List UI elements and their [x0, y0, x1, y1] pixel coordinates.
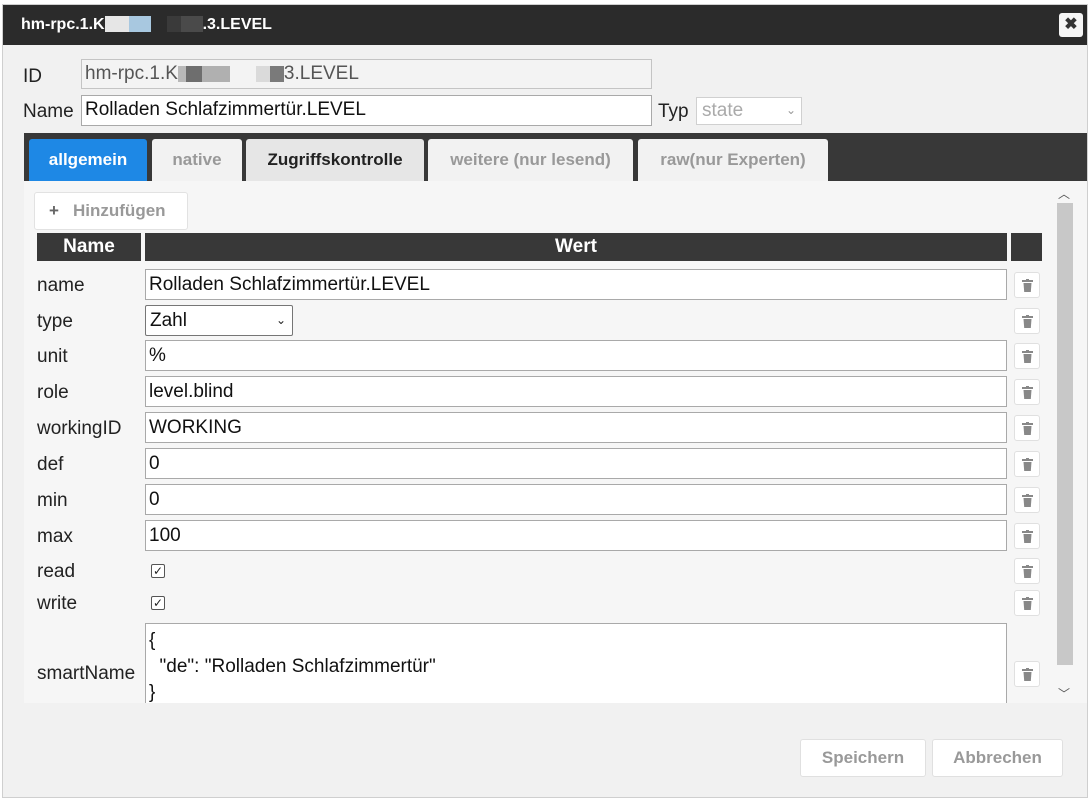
trash-icon — [1022, 530, 1033, 543]
tab-raw[interactable]: raw(nur Experten) — [638, 139, 828, 181]
close-icon: ✖ — [1064, 16, 1078, 33]
delete-button[interactable] — [1014, 590, 1040, 616]
name-label: Name — [23, 101, 74, 122]
id-label: ID — [23, 66, 42, 87]
typ-select[interactable]: state ⌄ — [696, 97, 802, 125]
dialog-title: hm-rpc.1.K .3.LEVEL — [21, 16, 272, 33]
delete-button[interactable] — [1014, 343, 1040, 369]
row-label-unit: unit — [37, 346, 68, 367]
cancel-button[interactable]: Abbrechen — [932, 739, 1063, 777]
tab-allgemein[interactable]: allgemein — [29, 139, 147, 181]
trash-icon — [1022, 279, 1033, 292]
trash-icon — [1022, 597, 1033, 610]
trash-icon — [1022, 422, 1033, 435]
trash-icon — [1022, 386, 1033, 399]
plus-icon: + — [49, 201, 59, 220]
row-label-read: read — [37, 561, 76, 582]
name-field[interactable]: Rolladen Schlafzimmertür.LEVEL — [81, 95, 652, 126]
vertical-scrollbar[interactable]: ︿ ﹀ — [1055, 185, 1075, 703]
chevron-down-icon: ⌄ — [275, 313, 286, 327]
scroll-thumb[interactable] — [1057, 203, 1073, 665]
row-label-min: min — [37, 490, 68, 511]
trash-icon — [1022, 458, 1033, 471]
scroll-down-icon[interactable]: ﹀ — [1058, 685, 1070, 702]
delete-button[interactable] — [1014, 308, 1040, 334]
typ-label: Typ — [658, 101, 689, 122]
delete-button[interactable] — [1014, 451, 1040, 477]
row-value-unit[interactable]: % — [145, 340, 1007, 371]
row-label-write: write — [37, 593, 78, 614]
trash-icon — [1022, 494, 1033, 507]
delete-button[interactable] — [1014, 272, 1040, 298]
column-header-wert: Wert — [145, 233, 1007, 261]
row-value-name[interactable]: Rolladen Schlafzimmertür.LEVEL — [145, 269, 1007, 300]
read-checkbox[interactable]: ✓ — [151, 564, 165, 578]
row-value-smartname[interactable]: { "de": "Rolladen Schlafzimmertür" } — [145, 623, 1007, 703]
row-label-role: role — [37, 382, 69, 403]
delete-button[interactable] — [1014, 415, 1040, 441]
chevron-down-icon: ⌄ — [785, 103, 796, 117]
delete-button[interactable] — [1014, 523, 1040, 549]
dialog-titlebar[interactable]: hm-rpc.1.K .3.LEVEL ✖ — [3, 5, 1087, 45]
column-header-actions — [1011, 233, 1042, 261]
row-label-def: def — [37, 454, 64, 475]
row-label-name: name — [37, 275, 85, 296]
tab-bar: allgemein native Zugriffskontrolle weite… — [24, 133, 1087, 181]
close-button[interactable]: ✖ — [1059, 13, 1083, 37]
tab-weitere[interactable]: weitere (nur lesend) — [428, 139, 633, 181]
row-value-def[interactable]: 0 — [145, 448, 1007, 479]
id-field[interactable]: hm-rpc.1.K 3.LEVEL — [81, 59, 652, 89]
row-value-workingid[interactable]: WORKING — [145, 412, 1007, 443]
object-edit-dialog: hm-rpc.1.K .3.LEVEL ✖ ID hm-rpc.1.K 3.LEVE… — [2, 4, 1088, 798]
row-label-workingid: workingID — [37, 418, 122, 439]
row-value-role[interactable]: level.blind — [145, 376, 1007, 407]
delete-button[interactable] — [1014, 558, 1040, 584]
trash-icon — [1022, 565, 1033, 578]
trash-icon — [1022, 350, 1033, 363]
row-value-min[interactable]: 0 — [145, 484, 1007, 515]
scroll-up-icon[interactable]: ︿ — [1058, 185, 1070, 202]
tab-native[interactable]: native — [152, 139, 242, 181]
trash-icon — [1022, 315, 1033, 328]
add-button[interactable]: + Hinzufügen — [34, 192, 188, 230]
trash-icon — [1022, 668, 1033, 681]
row-value-type[interactable]: Zahl ⌄ — [145, 305, 293, 336]
add-button-label: Hinzufügen — [73, 201, 166, 220]
tab-zugriffskontrolle[interactable]: Zugriffskontrolle — [246, 139, 424, 181]
delete-button[interactable] — [1014, 487, 1040, 513]
delete-button[interactable] — [1014, 379, 1040, 405]
column-header-name: Name — [37, 233, 141, 261]
save-button[interactable]: Speichern — [800, 739, 926, 777]
row-label-smartname: smartName — [37, 663, 136, 684]
tab-content: + Hinzufügen Name Wert name Rolladen Sch… — [24, 181, 1087, 703]
row-label-type: type — [37, 311, 73, 332]
delete-button[interactable] — [1014, 661, 1040, 687]
write-checkbox[interactable]: ✓ — [151, 596, 165, 610]
row-label-max: max — [37, 526, 73, 547]
row-value-max[interactable]: 100 — [145, 520, 1007, 551]
